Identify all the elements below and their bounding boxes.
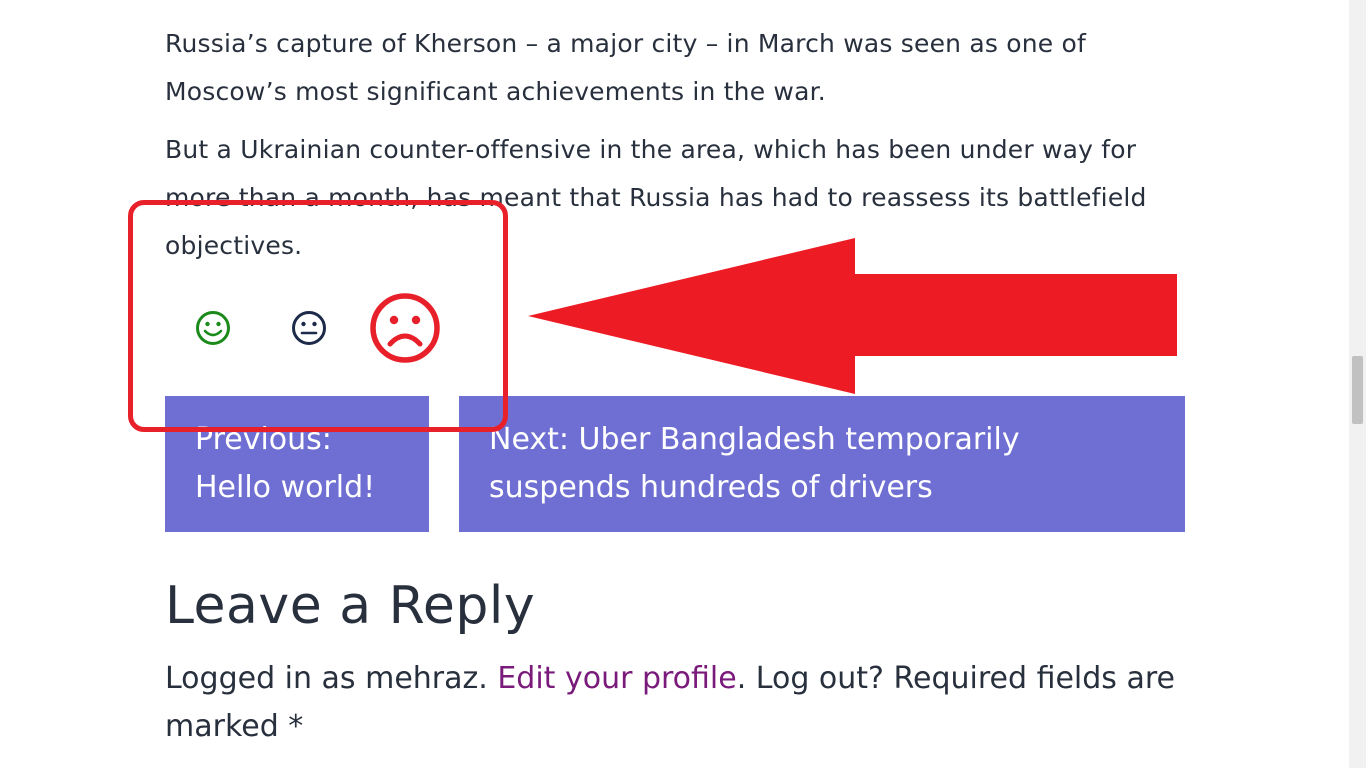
previous-post-prefix: Previous: <box>195 422 332 457</box>
previous-post-link[interactable]: Previous: Hello world! <box>165 396 429 532</box>
smiley-happy-icon <box>196 311 230 345</box>
reaction-happy-button[interactable] <box>187 306 239 350</box>
scrollbar-thumb[interactable] <box>1352 356 1363 424</box>
reaction-sad-button[interactable] <box>367 290 443 366</box>
reaction-buttons <box>165 290 465 366</box>
article-paragraph-2: But a Ukrainian counter-offensive in the… <box>165 135 1147 260</box>
next-post-title: suspends hundreds of drivers <box>489 470 933 505</box>
next-post-prefix: Next: Uber Bangladesh temporarily <box>489 422 1020 457</box>
page: Russia’s capture of Kherson – a major ci… <box>0 0 1366 768</box>
smiley-sad-icon <box>370 293 440 363</box>
comment-reply-title: Leave a Reply <box>165 576 536 636</box>
smiley-neutral-icon <box>292 311 326 345</box>
page-scrollbar[interactable] <box>1349 0 1366 768</box>
logged-in-prefix: Logged in as mehraz. <box>165 661 498 696</box>
logged-in-notice: Logged in as mehraz. Edit your profile. … <box>165 655 1205 751</box>
next-post-link[interactable]: Next: Uber Bangladesh temporarily suspen… <box>459 396 1185 532</box>
reaction-neutral-button[interactable] <box>283 306 335 350</box>
article-paragraph-1: Russia’s capture of Kherson – a major ci… <box>165 29 1087 106</box>
previous-post-title: Hello world! <box>195 470 376 505</box>
edit-profile-link[interactable]: Edit your profile <box>497 661 736 696</box>
